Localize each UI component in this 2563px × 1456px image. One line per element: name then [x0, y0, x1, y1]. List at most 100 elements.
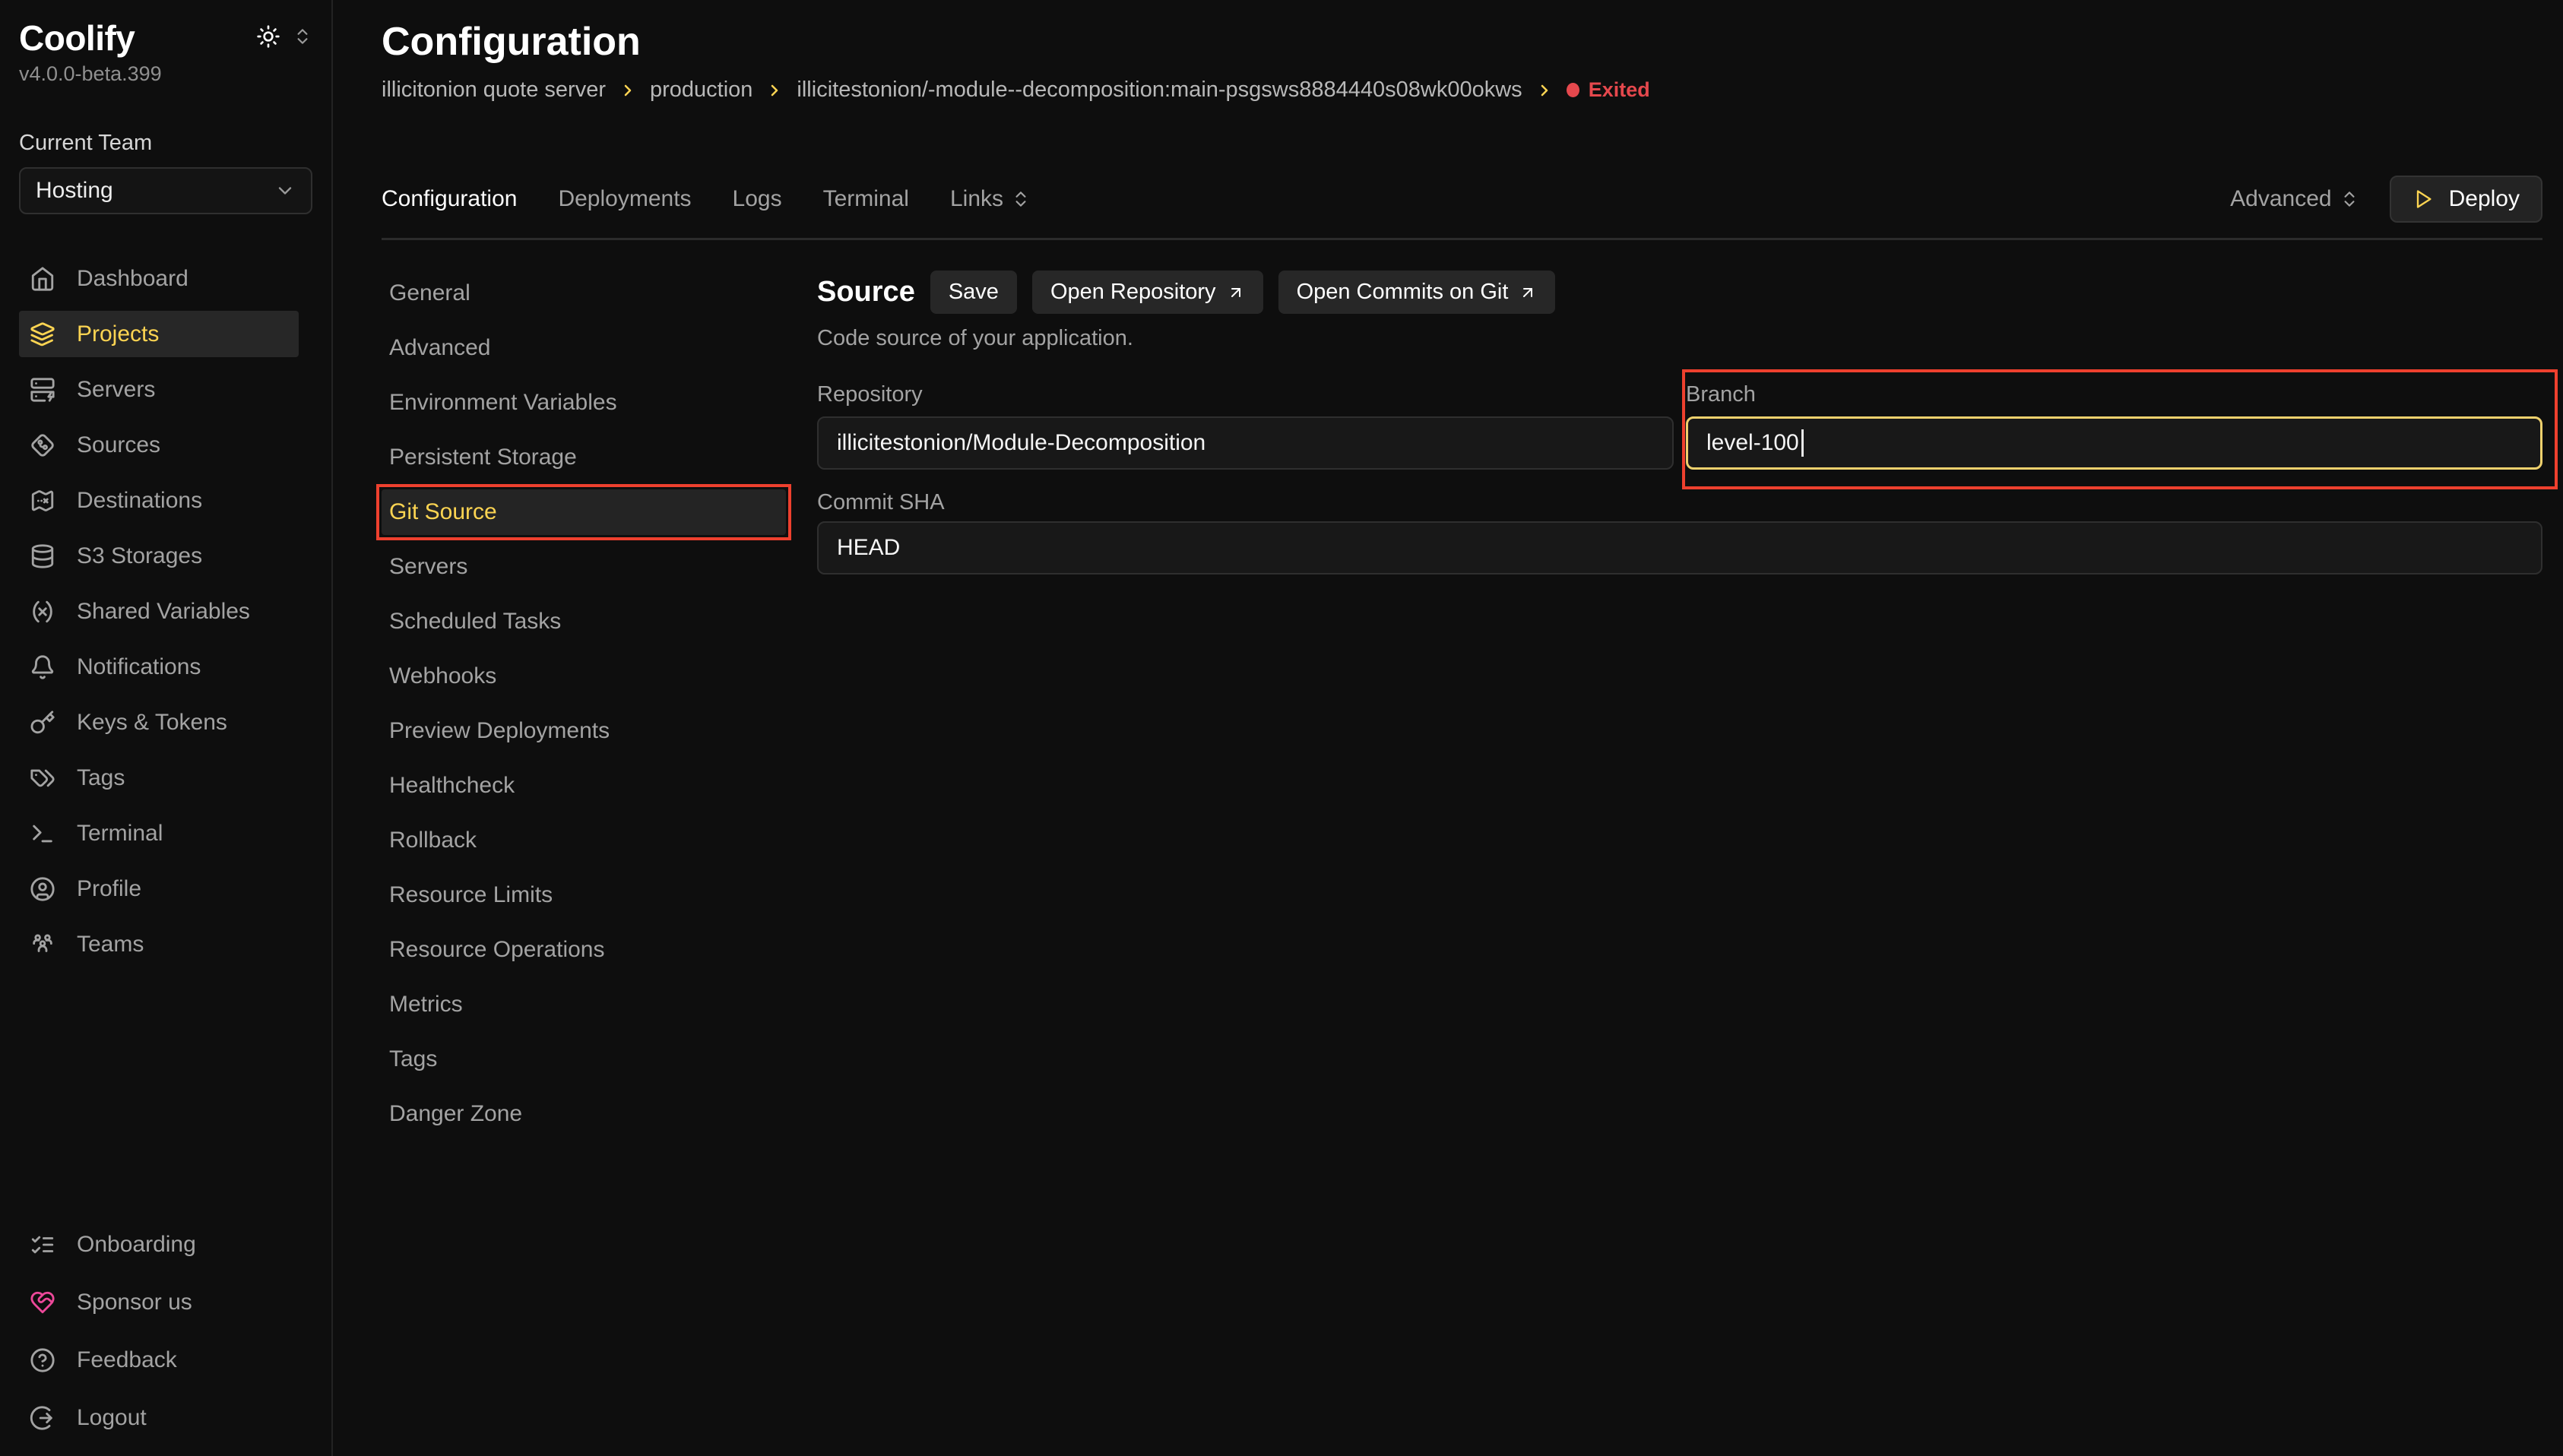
- sidebar-item-label: Servers: [77, 377, 155, 403]
- sidebar-item-label: Sponsor us: [77, 1290, 192, 1315]
- sidebar-item-teams[interactable]: Teams: [19, 921, 299, 967]
- breadcrumb-project[interactable]: illicitonion quote server: [382, 78, 606, 103]
- app-version: v4.0.0-beta.399: [19, 62, 312, 86]
- sidebar-item-keys-tokens[interactable]: Keys & Tokens: [19, 699, 299, 745]
- open-repository-button[interactable]: Open Repository: [1032, 271, 1263, 314]
- subnav-item-webhooks[interactable]: Webhooks: [382, 654, 786, 699]
- key-icon: [30, 710, 55, 736]
- tab-links-label: Links: [950, 186, 1003, 212]
- subnav-item-danger-zone[interactable]: Danger Zone: [382, 1091, 786, 1137]
- subnav-item-preview-deployments[interactable]: Preview Deployments: [382, 708, 786, 754]
- team-select-value: Hosting: [36, 178, 113, 204]
- sidebar-item-label: Dashboard: [77, 266, 189, 292]
- sidebar-item-sponsor-us[interactable]: Sponsor us: [19, 1279, 299, 1325]
- sidebar-item-onboarding[interactable]: Onboarding: [19, 1221, 299, 1268]
- sidebar-item-servers[interactable]: Servers: [19, 366, 299, 413]
- theme-toggle-button[interactable]: [256, 24, 280, 49]
- current-team-label: Current Team: [19, 130, 312, 156]
- sidebar-item-shared-variables[interactable]: Shared Variables: [19, 588, 299, 635]
- subnav-item-general[interactable]: General: [382, 271, 786, 316]
- deploy-button[interactable]: Deploy: [2390, 176, 2542, 223]
- subnav-item-tags[interactable]: Tags: [382, 1037, 786, 1082]
- sidebar-item-label: Projects: [77, 321, 159, 347]
- subnav-item-rollback[interactable]: Rollback: [382, 818, 786, 863]
- subnav-item-resource-limits[interactable]: Resource Limits: [382, 872, 786, 918]
- branch-input[interactable]: level-100: [1686, 416, 2542, 470]
- logout-icon: [30, 1405, 55, 1431]
- sun-icon: [256, 24, 280, 49]
- subnav-item-healthcheck[interactable]: Healthcheck: [382, 763, 786, 809]
- play-icon: [2413, 188, 2434, 210]
- open-repository-label: Open Repository: [1050, 280, 1216, 305]
- sidebar-item-label: Sources: [77, 432, 160, 458]
- chevron-right-icon: [619, 81, 637, 100]
- main-content: Configuration illicitonion quote server …: [333, 0, 2563, 1456]
- checklist-icon: [30, 1232, 55, 1258]
- tab-logs[interactable]: Logs: [733, 186, 782, 212]
- sidebar-item-logout[interactable]: Logout: [19, 1394, 299, 1441]
- sidebar-item-dashboard[interactable]: Dashboard: [19, 255, 299, 302]
- chevrons-up-down-icon: [2340, 189, 2359, 209]
- deploy-label: Deploy: [2449, 186, 2520, 212]
- subnav-item-advanced[interactable]: Advanced: [382, 325, 786, 371]
- branch-label: Branch: [1686, 381, 2542, 407]
- home-icon: [30, 266, 55, 292]
- subnav-item-persistent-storage[interactable]: Persistent Storage: [382, 435, 786, 480]
- subnav-item-resource-operations[interactable]: Resource Operations: [382, 927, 786, 973]
- git-source-icon: [30, 432, 55, 458]
- sidebar-item-tags[interactable]: Tags: [19, 755, 299, 801]
- team-select[interactable]: Hosting: [19, 167, 312, 214]
- sidebar-item-feedback[interactable]: Feedback: [19, 1337, 299, 1383]
- branch-value: level-100: [1706, 430, 1799, 456]
- section-description: Code source of your application.: [817, 326, 2542, 351]
- open-commits-button[interactable]: Open Commits on Git: [1278, 271, 1556, 314]
- breadcrumb-environment[interactable]: production: [650, 78, 752, 103]
- tags-icon: [30, 765, 55, 791]
- breadcrumb-application[interactable]: illicitestonion/-module--decomposition:m…: [797, 78, 1522, 103]
- repository-input[interactable]: illicitestonion/Module-Decomposition: [817, 416, 1674, 470]
- tab-terminal[interactable]: Terminal: [823, 186, 909, 212]
- sidebar-item-notifications[interactable]: Notifications: [19, 644, 299, 690]
- subnav-item-servers[interactable]: Servers: [382, 544, 786, 590]
- sidebar-item-projects[interactable]: Projects: [19, 311, 299, 357]
- sidebar-item-label: Shared Variables: [77, 599, 250, 625]
- subnav-item-scheduled-tasks[interactable]: Scheduled Tasks: [382, 599, 786, 644]
- tab-deployments[interactable]: Deployments: [558, 186, 691, 212]
- save-button[interactable]: Save: [930, 271, 1017, 314]
- sidebar-item-label: Teams: [77, 932, 144, 957]
- user-circle-icon: [30, 876, 55, 902]
- chevron-down-icon: [274, 180, 296, 201]
- sidebar-item-profile[interactable]: Profile: [19, 866, 299, 912]
- advanced-dropdown[interactable]: Advanced: [2230, 186, 2359, 212]
- status-dot-icon: [1567, 83, 1579, 97]
- subnav-item-metrics[interactable]: Metrics: [382, 982, 786, 1027]
- sidebar: Coolify v4.0.0-beta.399 Current Team Hos…: [0, 0, 333, 1456]
- tabs: Configuration Deployments Logs Terminal …: [382, 186, 1031, 212]
- subnav-item-git-source-label: Git Source: [389, 499, 497, 525]
- tab-actions: Advanced Deploy: [2230, 176, 2542, 223]
- layers-icon: [30, 321, 55, 347]
- sidebar-nav: Dashboard Projects Servers Sources Desti…: [19, 255, 312, 976]
- sidebar-item-label: Onboarding: [77, 1232, 196, 1258]
- chevrons-up-down-icon: [1011, 189, 1031, 209]
- tab-links[interactable]: Links: [950, 186, 1031, 212]
- bell-icon: [30, 654, 55, 680]
- sidebar-item-s3-storages[interactable]: S3 Storages: [19, 533, 299, 579]
- help-circle-icon: [30, 1347, 55, 1373]
- sidebar-item-label: S3 Storages: [77, 543, 202, 569]
- status-badge: Exited: [1567, 78, 1650, 102]
- arrow-up-right-icon: [1227, 283, 1245, 302]
- subnav-item-git-source[interactable]: Git Source: [382, 489, 786, 535]
- sidebar-item-terminal[interactable]: Terminal: [19, 810, 299, 856]
- tab-configuration[interactable]: Configuration: [382, 186, 517, 212]
- arrow-up-right-icon: [1519, 283, 1537, 302]
- users-icon: [30, 932, 55, 957]
- database-icon: [30, 543, 55, 569]
- commit-sha-input[interactable]: HEAD: [817, 521, 2542, 574]
- repository-label: Repository: [817, 381, 1674, 407]
- page-title: Configuration: [382, 18, 2542, 65]
- theme-selector-button[interactable]: [293, 27, 312, 46]
- sidebar-item-sources[interactable]: Sources: [19, 422, 299, 468]
- sidebar-item-destinations[interactable]: Destinations: [19, 477, 299, 524]
- subnav-item-environment-variables[interactable]: Environment Variables: [382, 380, 786, 426]
